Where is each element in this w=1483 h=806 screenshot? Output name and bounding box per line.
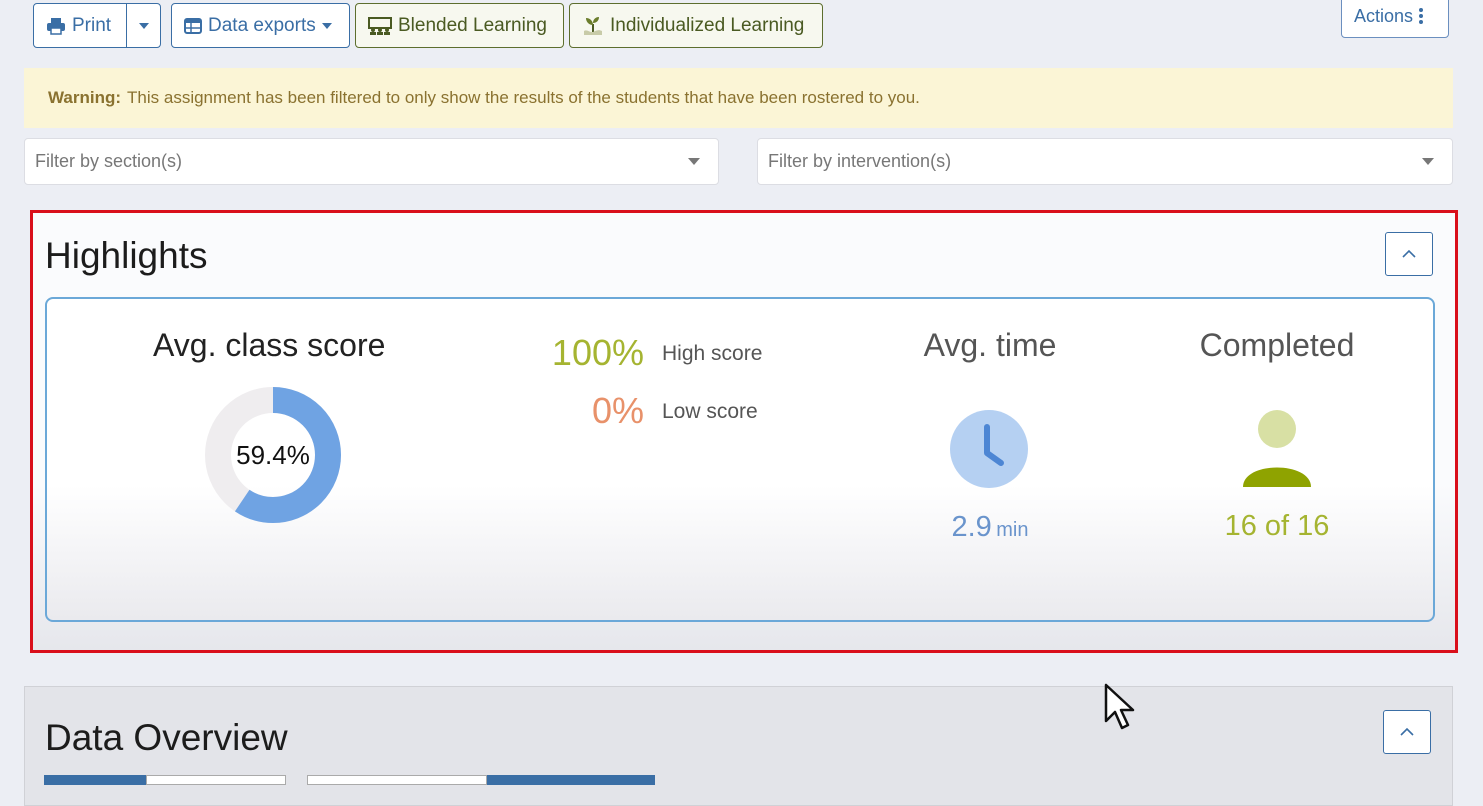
low-score-label: Low score	[662, 400, 758, 423]
avg-time-value: 2.9	[951, 511, 992, 543]
warning-label: Warning:	[48, 88, 122, 107]
highlights-collapse-button[interactable]	[1385, 232, 1433, 276]
section-filter-select[interactable]: Filter by section(s)	[24, 138, 719, 185]
overview-tab-2[interactable]	[146, 775, 286, 785]
avg-time-readout: 2.9 min	[877, 511, 1103, 544]
caret-down-icon	[688, 158, 700, 165]
data-exports-label: Data exports	[208, 14, 316, 36]
avg-class-score-title: Avg. class score	[153, 327, 386, 363]
caret-down-icon	[138, 22, 149, 29]
warning-text: This assignment has been filtered to onl…	[127, 88, 920, 107]
print-label: Print	[72, 14, 112, 36]
blended-learning-label: Blended Learning	[398, 14, 547, 36]
vertical-dots-icon	[1419, 8, 1424, 24]
table-icon	[184, 17, 202, 34]
completed-title: Completed	[1199, 327, 1355, 363]
clock-icon	[949, 409, 1029, 489]
completed-value: 16 of 16	[1224, 510, 1330, 542]
data-overview-card: Data Overview	[24, 686, 1453, 806]
mouse-cursor-icon	[1104, 683, 1138, 733]
blended-learning-button[interactable]: Blended Learning	[355, 3, 564, 48]
intervention-filter-placeholder: Filter by intervention(s)	[768, 151, 952, 171]
caret-down-icon	[321, 22, 332, 29]
sprout-icon	[582, 16, 604, 36]
highlights-panel: Avg. class score 59.4% 100% High score 0…	[45, 297, 1435, 622]
data-exports-button[interactable]: Data exports	[171, 3, 350, 48]
individualized-learning-button[interactable]: Individualized Learning	[569, 3, 823, 48]
individualized-learning-label: Individualized Learning	[610, 14, 805, 36]
overview-tab-4[interactable]	[487, 775, 655, 785]
warning-alert: Warning: This assignment has been filter…	[24, 68, 1453, 128]
high-score-label: High score	[662, 342, 763, 365]
caret-down-icon	[1422, 158, 1434, 165]
highlights-title: Highlights	[45, 235, 208, 276]
classroom-icon	[368, 16, 392, 35]
actions-label: Actions	[1354, 5, 1414, 26]
printer-icon	[46, 17, 66, 35]
data-overview-collapse-button[interactable]	[1383, 710, 1431, 754]
data-overview-title: Data Overview	[45, 717, 288, 758]
low-score-value: 0%	[591, 390, 644, 431]
avg-class-score-donut: 59.4%	[205, 387, 341, 523]
avg-class-score-value: 59.4%	[236, 440, 310, 470]
avg-time-title: Avg. time	[923, 327, 1057, 363]
avg-time-unit: min	[996, 519, 1029, 541]
actions-button[interactable]: Actions	[1341, 0, 1449, 38]
section-filter-placeholder: Filter by section(s)	[35, 151, 183, 171]
print-button[interactable]: Print	[33, 3, 127, 48]
user-icon	[1241, 409, 1313, 489]
print-dropdown-toggle[interactable]	[126, 3, 161, 48]
chevron-up-icon	[1401, 249, 1417, 259]
high-score-value: 100%	[551, 332, 644, 373]
chevron-up-icon	[1399, 727, 1415, 737]
intervention-filter-select[interactable]: Filter by intervention(s)	[757, 138, 1453, 185]
overview-tab-1[interactable]	[44, 775, 146, 785]
highlights-card: Highlights Avg. class score 59.4% 100% H…	[30, 210, 1458, 653]
overview-tab-3[interactable]	[307, 775, 487, 785]
